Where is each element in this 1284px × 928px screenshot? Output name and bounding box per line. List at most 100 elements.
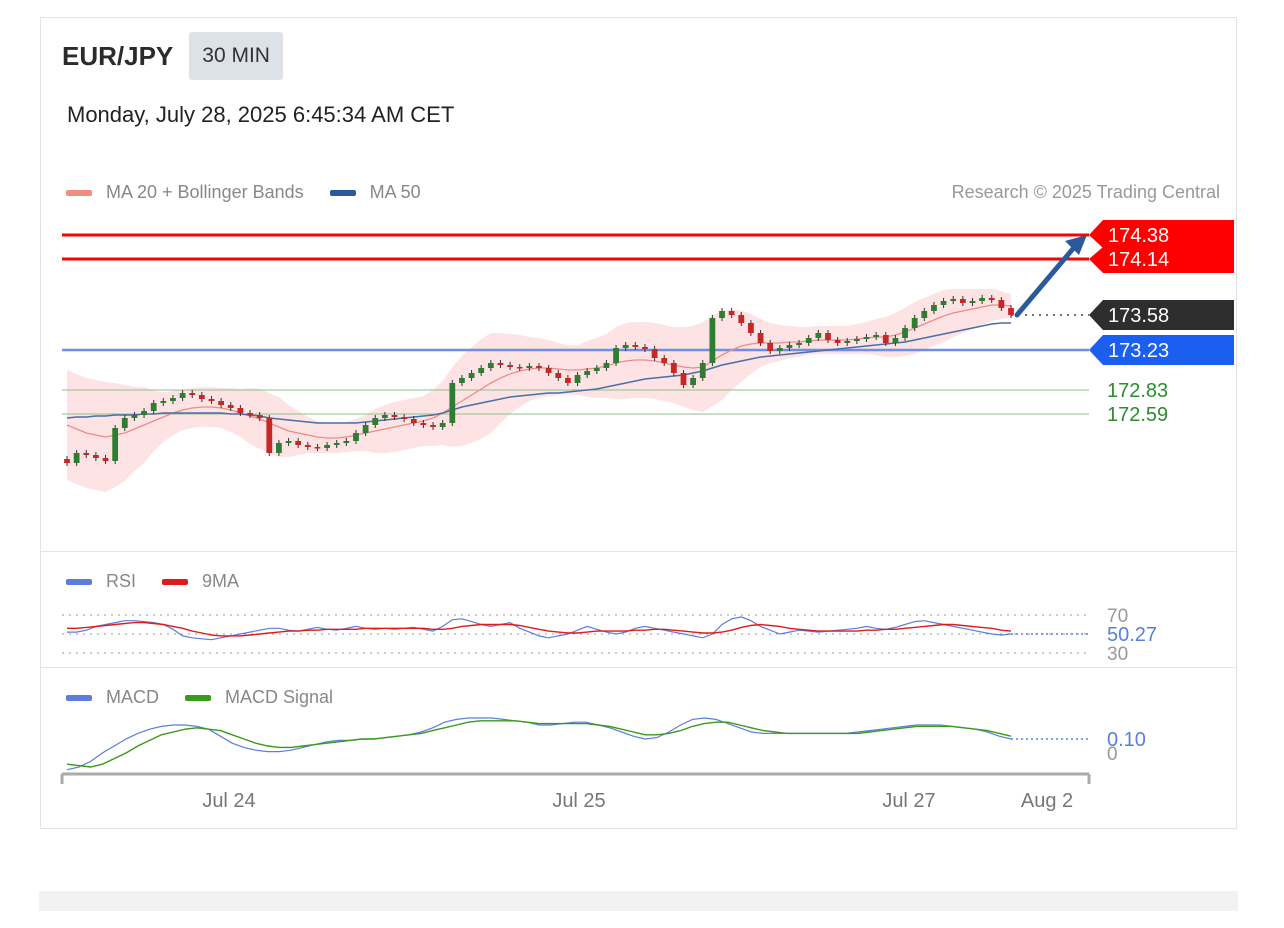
- candle: [709, 315, 716, 366]
- candle-body: [170, 398, 176, 401]
- candle-body: [670, 363, 677, 373]
- price-tag-text-173-23: 173.23: [1108, 340, 1169, 362]
- candle-body: [237, 408, 244, 413]
- candle-body: [516, 367, 523, 369]
- candle: [699, 360, 706, 381]
- candle-body: [420, 423, 427, 425]
- candle-body: [651, 349, 658, 358]
- candle-body: [468, 373, 475, 378]
- x-tick-aug-2: Aug 2: [1021, 790, 1073, 812]
- rsi-line: [67, 616, 1012, 641]
- candle-body: [189, 393, 196, 395]
- candle-body: [661, 358, 668, 363]
- candle-body: [198, 395, 205, 399]
- candle-body: [401, 417, 408, 419]
- x-tick-jul-24: Jul 24: [202, 790, 255, 812]
- macd-line: [66, 717, 1012, 771]
- candle-body: [410, 419, 417, 423]
- candle-body: [314, 447, 321, 449]
- candle-body: [748, 323, 754, 333]
- candle-body: [613, 348, 619, 363]
- candle-body: [256, 415, 263, 418]
- price-tag-text-173-58: 173.58: [1108, 305, 1169, 327]
- candle-body: [815, 333, 822, 338]
- candle-body: [536, 366, 542, 368]
- candle-body: [911, 318, 918, 328]
- candle-body: [709, 318, 716, 363]
- candle-body: [825, 333, 831, 340]
- candle-body: [507, 365, 513, 367]
- candle-body: [584, 371, 591, 375]
- candle-body: [863, 337, 870, 339]
- macd-signal-line: [66, 720, 1012, 768]
- macd-current-value: 0.10: [1107, 729, 1146, 751]
- candle: [613, 345, 619, 366]
- candle-body: [459, 378, 465, 383]
- candle-body: [892, 338, 899, 343]
- candle-body: [786, 345, 793, 348]
- candle-body: [141, 411, 147, 415]
- candle-body: [699, 363, 706, 378]
- candle-body: [227, 405, 234, 408]
- chart-card: EUR/JPY 30 MIN Monday, July 28, 2025 6:4…: [40, 17, 1237, 829]
- candle-body: [632, 345, 639, 347]
- price-label-172-83: 172.83: [1107, 380, 1168, 402]
- candle-body: [959, 299, 966, 303]
- candle-body: [112, 428, 119, 461]
- candle-body: [902, 328, 908, 338]
- candle-body: [362, 425, 369, 433]
- candle-body: [969, 301, 976, 303]
- candle-body: [121, 418, 128, 428]
- candle-body: [430, 425, 436, 427]
- candle-body: [979, 298, 985, 301]
- candle: [266, 415, 273, 456]
- candle-body: [767, 343, 774, 351]
- price-tag-text-174-14: 174.14: [1108, 249, 1169, 271]
- candle-body: [565, 378, 571, 383]
- candle-body: [73, 453, 80, 463]
- candle-body: [719, 311, 725, 318]
- candle-body: [353, 433, 359, 441]
- candle-body: [776, 348, 783, 351]
- candle-body: [304, 445, 311, 447]
- candle-body: [295, 441, 302, 445]
- candle-body: [218, 401, 225, 405]
- candle-body: [834, 340, 841, 343]
- candle-body: [247, 413, 253, 415]
- candle-body: [131, 415, 138, 418]
- rsi-current-value: 50.27: [1107, 624, 1157, 646]
- candle-body: [391, 415, 398, 417]
- candle-body: [796, 343, 802, 345]
- candle-body: [343, 441, 350, 443]
- price-label-172-59: 172.59: [1107, 404, 1168, 426]
- candle-body: [478, 368, 485, 373]
- candle-body: [64, 459, 70, 463]
- candle-body: [988, 298, 995, 300]
- candle-body: [372, 418, 379, 425]
- candle-body: [545, 368, 552, 373]
- candle-body: [882, 335, 889, 343]
- candle-body: [574, 375, 581, 383]
- candle-body: [593, 368, 600, 371]
- candle-body: [603, 363, 610, 368]
- candle-body: [439, 423, 446, 427]
- candle-body: [921, 311, 928, 318]
- candle-body: [1008, 308, 1014, 315]
- candle-body: [642, 347, 648, 349]
- price-tag-text-174-38: 174.38: [1108, 225, 1169, 247]
- bottom-bar: [39, 891, 1238, 911]
- candle-body: [805, 338, 812, 343]
- chart-canvas: 174.38174.14173.58173.23172.83172.597030…: [60, 220, 1234, 812]
- x-tick-jul-27: Jul 27: [882, 790, 935, 812]
- candle-body: [160, 401, 167, 403]
- candle-body: [179, 393, 186, 398]
- candle-body: [102, 458, 109, 461]
- candle-body: [208, 399, 215, 401]
- forecast-arrow-shaft: [1014, 241, 1080, 318]
- candle-body: [83, 453, 90, 455]
- candle-body: [844, 341, 851, 343]
- candle-body: [526, 366, 533, 368]
- candle-body: [950, 299, 957, 301]
- candle-body: [728, 311, 735, 315]
- candle-body: [998, 300, 1005, 308]
